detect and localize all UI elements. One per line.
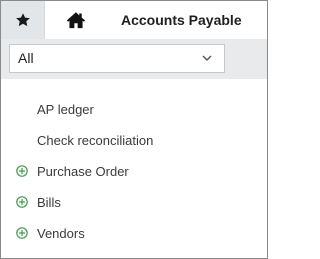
chevron-down-icon xyxy=(202,55,212,61)
menu-item-bills[interactable]: Bills xyxy=(1,187,267,218)
navigation-panel: Accounts Payable All AP ledger Check rec… xyxy=(0,0,268,259)
home-tab[interactable] xyxy=(54,1,98,39)
menu-item-check-reconciliation[interactable]: Check reconciliation xyxy=(1,125,267,156)
menu-item-label: Check reconciliation xyxy=(37,133,154,148)
expand-plus-icon[interactable] xyxy=(16,227,28,239)
filter-select[interactable]: All xyxy=(9,44,225,73)
expand-plus-icon[interactable] xyxy=(16,196,28,208)
module-title: Accounts Payable xyxy=(121,12,242,28)
expand-plus-icon[interactable] xyxy=(16,165,28,177)
menu-list: AP ledger Check reconciliation Purchase … xyxy=(1,94,267,249)
star-icon xyxy=(15,13,30,27)
menu-item-purchase-order[interactable]: Purchase Order xyxy=(1,156,267,187)
home-icon xyxy=(66,12,86,29)
top-bar: Accounts Payable xyxy=(1,1,267,39)
menu-item-label: Bills xyxy=(37,195,61,210)
menu-item-vendors[interactable]: Vendors xyxy=(1,218,267,249)
menu-item-label: Vendors xyxy=(37,226,85,241)
filter-select-value: All xyxy=(18,50,34,66)
menu-item-ap-ledger[interactable]: AP ledger xyxy=(1,94,267,125)
filter-bar: All xyxy=(1,39,267,79)
menu-item-label: AP ledger xyxy=(37,102,94,117)
menu-item-label: Purchase Order xyxy=(37,164,129,179)
favorites-tab[interactable] xyxy=(1,1,45,39)
